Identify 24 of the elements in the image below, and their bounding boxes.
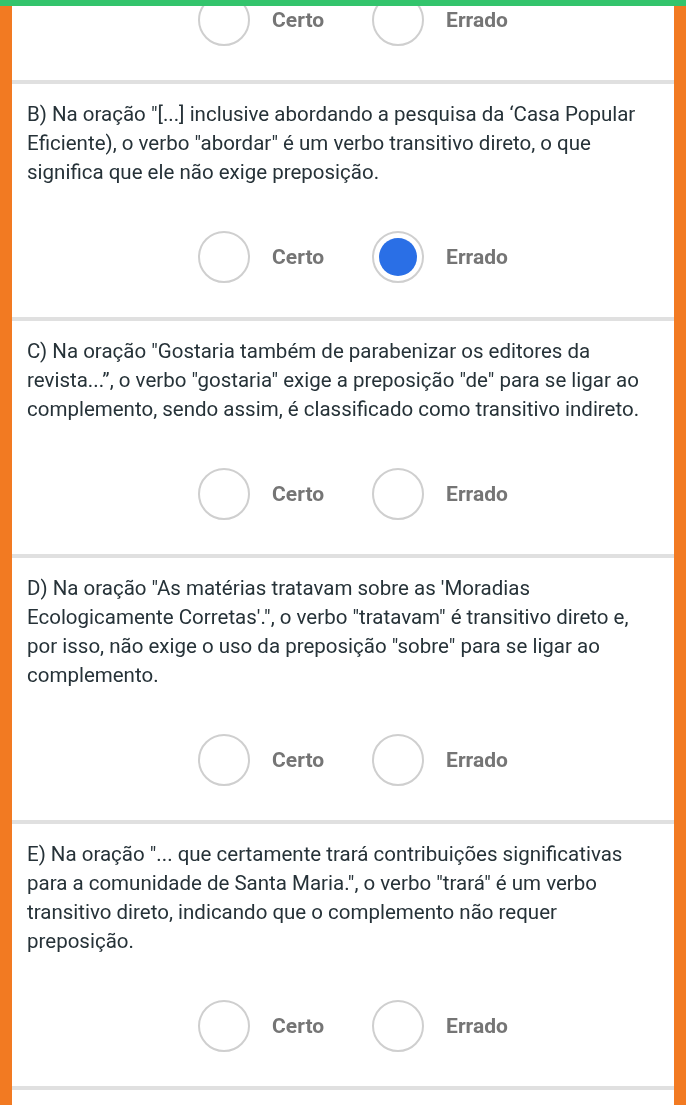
answer-option[interactable]: Errado (372, 468, 508, 520)
answer-option[interactable]: Certo (198, 734, 325, 786)
answer-option[interactable]: Certo (198, 468, 325, 520)
radio-button[interactable] (198, 231, 251, 283)
question-text: D) Na oração "As matérias tratavam sobre as 'Moradias Ecologicamente Corretas'.", o verbo "tratavam" é transitivo direto e, por isso, não exige o uso da preposição "sobre" para se ligar ao complemento. (27, 575, 630, 689)
answer-option[interactable]: Errado (372, 1000, 508, 1052)
radio-button[interactable] (372, 1000, 425, 1052)
answer-option[interactable]: Errado (372, 734, 508, 786)
question-text: E) Na oração "... que certamente trará contribuições significativas para a comunidade de Santa Maria.", o verbo "trará" é um verbo transitivo direto, indicando que o complemento não requer preposição. (27, 841, 624, 955)
radio-button[interactable] (198, 468, 251, 520)
radio-button[interactable] (372, 468, 425, 520)
question-text: C) Na oração "Gostaria também de parabenizar os editores da revista...”, o verbo "gostaria" exige a preposição "de" para se ligar ao complemento, sendo assim, é classificado como transitivo indireto. (27, 338, 641, 423)
radio-button[interactable] (372, 231, 425, 283)
radio-button[interactable] (372, 6, 425, 46)
answer-option[interactable]: Certo (198, 231, 325, 283)
radio-button[interactable] (198, 6, 251, 46)
answer-option[interactable]: Errado (372, 231, 508, 283)
question-text: B) Na oração "[...] inclusive abordando a pesquisa da ‘Casa Popular Eficiente), o verbo ″abordar″ é um verbo transitivo direto, o que significa que ele não exige preposição. (27, 101, 637, 186)
radio-button[interactable] (198, 734, 251, 786)
radio-button[interactable] (372, 734, 425, 786)
answer-option[interactable]: Certo (198, 6, 325, 46)
answer-option[interactable]: Errado (372, 6, 508, 46)
radio-button[interactable] (198, 1000, 251, 1052)
answer-option[interactable]: Certo (198, 1000, 325, 1052)
